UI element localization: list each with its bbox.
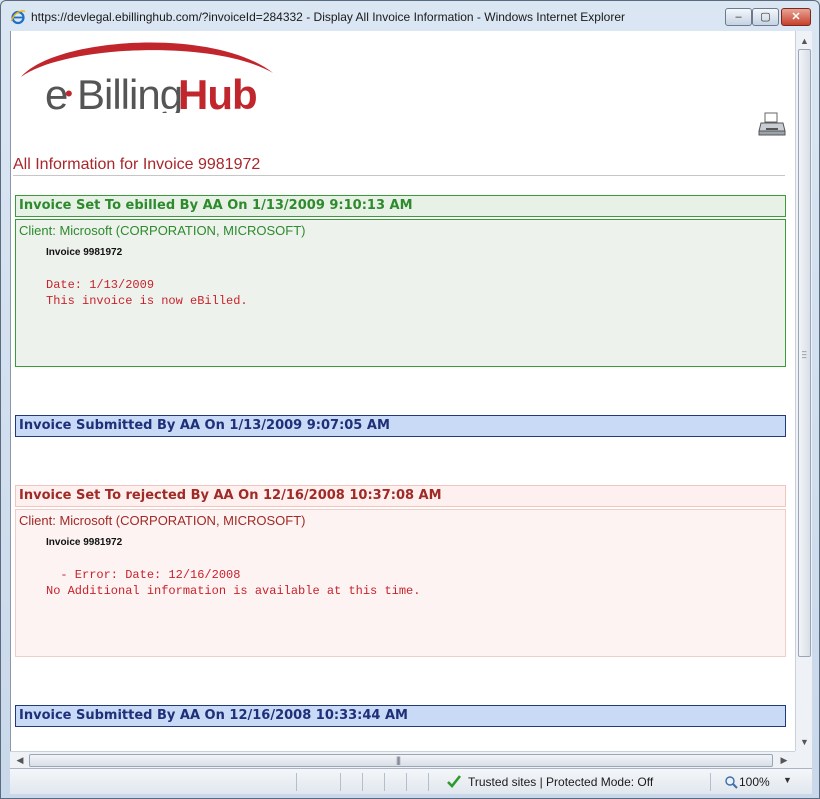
status-divider xyxy=(428,773,429,791)
ebillinghub-logo: e • Billing Hub xyxy=(21,42,273,113)
zoom-dropdown-chevron-down-icon[interactable]: ▼ xyxy=(783,775,792,785)
svg-text:•: • xyxy=(65,81,73,106)
event-header-submitted: Invoice Submitted By AA On 12/16/2008 10… xyxy=(15,705,786,727)
status-divider xyxy=(710,773,711,791)
page-viewport: e • Billing Hub All Information for Invo… xyxy=(10,31,795,751)
scroll-down-arrow-icon[interactable]: ▼ xyxy=(796,734,813,750)
print-icon[interactable] xyxy=(758,111,786,137)
close-button[interactable]: ✕ xyxy=(781,8,811,26)
event-error: - Error: Date: 12/16/2008 xyxy=(46,568,241,582)
scroll-grip-icon: – – – xyxy=(802,347,807,362)
scrollbar-corner xyxy=(795,751,812,768)
status-divider xyxy=(362,773,363,791)
event-client: Client: Microsoft (CORPORATION, MICROSOF… xyxy=(19,223,306,238)
event-header-submitted: Invoice Submitted By AA On 1/13/2009 9:0… xyxy=(15,415,786,437)
event-header-rejected: Invoice Set To rejected By AA On 12/16/2… xyxy=(15,485,786,507)
zoom-level[interactable]: 100% xyxy=(739,775,770,789)
event-details-ebilled: Client: Microsoft (CORPORATION, MICROSOF… xyxy=(15,219,786,367)
title-divider xyxy=(13,175,785,176)
horizontal-scrollbar[interactable]: ◀ ||| ▶ xyxy=(10,751,795,768)
browser-window: https://devlegal.ebillinghub.com/?invoic… xyxy=(0,0,820,799)
status-divider xyxy=(384,773,385,791)
status-divider xyxy=(406,773,407,791)
vertical-scrollbar[interactable]: ▲ – – – ▼ xyxy=(795,31,812,751)
event-message: This invoice is now eBilled. xyxy=(46,294,248,308)
vertical-scroll-thumb[interactable]: – – – xyxy=(798,49,811,657)
zoom-magnifier-icon[interactable] xyxy=(724,775,738,789)
status-divider xyxy=(340,773,341,791)
page-title: All Information for Invoice 9981972 xyxy=(13,156,261,173)
event-date: Date: 1/13/2009 xyxy=(46,278,155,292)
event-details-rejected: Client: Microsoft (CORPORATION, MICROSOF… xyxy=(15,509,786,657)
event-client: Client: Microsoft (CORPORATION, MICROSOF… xyxy=(19,513,306,528)
internet-explorer-icon xyxy=(10,10,26,25)
scroll-grip-icon: ||| xyxy=(396,755,401,765)
security-zone[interactable]: Trusted sites | Protected Mode: Off xyxy=(468,775,653,789)
event-invoice-number: Invoice 9981972 xyxy=(46,537,123,548)
trusted-sites-check-icon xyxy=(447,775,462,788)
event-invoice-number: Invoice 9981972 xyxy=(46,247,123,258)
scroll-left-arrow-icon[interactable]: ◀ xyxy=(12,752,28,768)
scroll-right-arrow-icon[interactable]: ▶ xyxy=(776,752,792,768)
status-bar: Trusted sites | Protected Mode: Off 100%… xyxy=(10,768,812,794)
scroll-up-arrow-icon[interactable]: ▲ xyxy=(796,33,813,49)
svg-text:Billing: Billing xyxy=(77,71,182,113)
title-bar: https://devlegal.ebillinghub.com/?invoic… xyxy=(1,1,819,31)
event-message: No Additional information is available a… xyxy=(46,584,421,598)
svg-text:Hub: Hub xyxy=(178,71,257,113)
status-divider xyxy=(296,773,297,791)
minimize-button[interactable]: – xyxy=(725,8,752,26)
event-header-ebilled: Invoice Set To ebilled By AA On 1/13/200… xyxy=(15,195,786,217)
horizontal-scroll-thumb[interactable]: ||| xyxy=(29,754,773,767)
maximize-button[interactable]: ▢ xyxy=(752,8,779,26)
window-title: https://devlegal.ebillinghub.com/?invoic… xyxy=(31,10,625,24)
